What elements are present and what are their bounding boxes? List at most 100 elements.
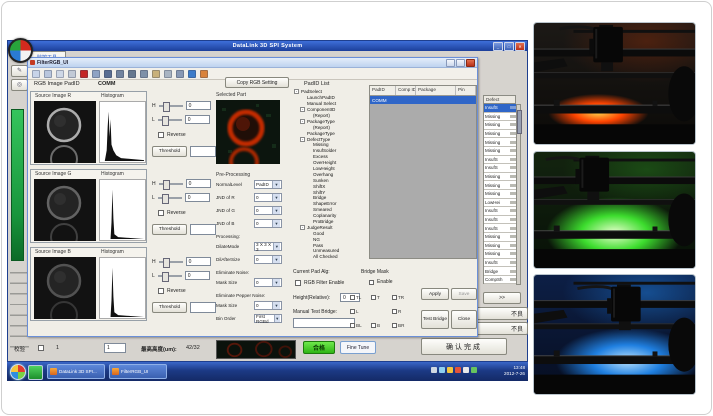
dialog-minimize-button[interactable] bbox=[446, 59, 455, 67]
taskbar-clock[interactable]: 13:48 2012-7-26 bbox=[497, 365, 525, 377]
camera-icon[interactable] bbox=[92, 70, 100, 78]
marquee-icon[interactable] bbox=[44, 70, 52, 78]
maximize-button[interactable]: □ bbox=[504, 42, 514, 51]
more-button[interactable]: >> bbox=[483, 292, 521, 304]
bridge-mask-checkbox[interactable] bbox=[392, 295, 397, 300]
reverse-checkbox[interactable] bbox=[158, 210, 164, 216]
preprocessing-dropdown[interactable]: 0 ▼ bbox=[254, 206, 282, 215]
preprocessing-dropdown[interactable]: 3 X 3 X 3 ▼ bbox=[254, 242, 282, 251]
pointer-icon[interactable] bbox=[32, 70, 40, 78]
zoom-icon[interactable] bbox=[68, 70, 76, 78]
volume-icon[interactable] bbox=[431, 367, 437, 373]
defect-row[interactable]: Missing bbox=[484, 242, 517, 251]
pass-button[interactable]: 合格 bbox=[303, 341, 335, 354]
h-value-input[interactable]: 0 bbox=[186, 179, 211, 188]
close-button[interactable]: ✕ bbox=[515, 42, 525, 51]
defect-row[interactable]: InsufS bbox=[484, 207, 517, 216]
count-input[interactable]: 1 bbox=[104, 343, 126, 353]
defect-row[interactable]: Missing bbox=[484, 233, 517, 242]
h-value-input[interactable]: 0 bbox=[186, 257, 211, 266]
tree-expand-icon[interactable]: - bbox=[300, 225, 305, 230]
image-icon[interactable] bbox=[188, 70, 196, 78]
defect-row[interactable]: CompSh bbox=[484, 276, 517, 285]
preprocessing-dropdown[interactable]: First RGBd ▼ bbox=[254, 314, 282, 323]
defect-row[interactable]: Bridge bbox=[484, 267, 517, 276]
usb-icon[interactable] bbox=[471, 367, 477, 373]
wrench-icon[interactable] bbox=[164, 70, 172, 78]
verify-checkbox[interactable] bbox=[38, 345, 44, 351]
preprocessing-dropdown[interactable]: 0 ▼ bbox=[254, 255, 282, 264]
reverse-checkbox[interactable] bbox=[158, 132, 164, 138]
confirm-complete-button[interactable]: 确认完成 bbox=[421, 338, 507, 355]
side-tool-button-1[interactable]: ✎ bbox=[11, 65, 28, 77]
pad-table-selected-row[interactable]: COMM bbox=[370, 96, 476, 104]
chart-icon[interactable] bbox=[176, 70, 184, 78]
mark-ng-button-2[interactable]: 不良 bbox=[471, 322, 528, 335]
defect-row[interactable]: Missing bbox=[484, 173, 517, 182]
l-value-input[interactable]: 0 bbox=[185, 115, 210, 124]
task-button[interactable]: DataLink 3D SPI... bbox=[47, 364, 105, 379]
layers-icon[interactable] bbox=[128, 70, 136, 78]
h-slider[interactable] bbox=[159, 105, 183, 107]
grid-icon[interactable] bbox=[104, 70, 112, 78]
dialog-maximize-button[interactable] bbox=[456, 59, 465, 67]
h-slider[interactable] bbox=[159, 183, 183, 185]
l-slider[interactable] bbox=[158, 275, 182, 277]
bridge-mask-checkbox[interactable] bbox=[371, 323, 376, 328]
mark-ng-button-1[interactable]: 不良 bbox=[471, 307, 528, 320]
preprocessing-dropdown[interactable]: 0 ▼ bbox=[254, 278, 282, 287]
tree-expand-icon[interactable]: - bbox=[300, 119, 305, 124]
fine-tune-button[interactable]: Fine Tune bbox=[340, 341, 376, 354]
bridge-mask-checkbox[interactable] bbox=[350, 323, 355, 328]
defect-row[interactable]: Missing bbox=[484, 250, 517, 259]
l-slider[interactable] bbox=[158, 197, 182, 199]
threshold-value-box[interactable] bbox=[190, 146, 216, 157]
update-icon[interactable] bbox=[447, 367, 453, 373]
defect-row[interactable]: Missing bbox=[484, 181, 517, 190]
defect-row[interactable]: Missing bbox=[484, 130, 517, 139]
pen-icon[interactable] bbox=[152, 70, 160, 78]
pad-table-header-cell[interactable]: PadID bbox=[370, 86, 396, 95]
defect-row[interactable]: InsufS bbox=[484, 216, 517, 225]
bridge-enable-checkbox[interactable] bbox=[369, 280, 374, 285]
bridge-mask-checkbox[interactable] bbox=[392, 309, 397, 314]
bridge-mask-checkbox[interactable] bbox=[350, 309, 355, 314]
defect-row[interactable]: InsufS bbox=[484, 104, 517, 113]
pan-icon[interactable] bbox=[56, 70, 64, 78]
defect-row[interactable]: InsufS bbox=[484, 259, 517, 268]
bridge-mask-checkbox[interactable] bbox=[371, 295, 376, 300]
pad-table-header-cell[interactable]: Comp ID bbox=[396, 86, 416, 95]
defect-row[interactable]: InsufS bbox=[484, 164, 517, 173]
dialog-close-button[interactable] bbox=[466, 59, 475, 67]
defect-row[interactable]: LowHei bbox=[484, 199, 517, 208]
h-value-input[interactable]: 0 bbox=[186, 101, 211, 110]
task-button[interactable]: FilterRGB_UI bbox=[109, 364, 167, 379]
antivirus-icon[interactable] bbox=[455, 367, 461, 373]
manual-test-bridge-input[interactable] bbox=[293, 318, 355, 328]
matrix-icon[interactable] bbox=[116, 70, 124, 78]
l-value-input[interactable]: 0 bbox=[185, 271, 210, 280]
bridge-mask-checkbox[interactable] bbox=[392, 323, 397, 328]
copy-rgb-setting-button[interactable]: Copy RGB Setting bbox=[225, 77, 289, 88]
threshold-button[interactable]: Threshold bbox=[152, 146, 187, 157]
pad-table-header-cell[interactable]: Package bbox=[416, 86, 456, 95]
close-dialog-button[interactable]: Close bbox=[451, 310, 477, 329]
threshold-value-box[interactable] bbox=[190, 224, 216, 235]
measure-icon[interactable] bbox=[140, 70, 148, 78]
minimize-button[interactable]: _ bbox=[493, 42, 503, 51]
apply-button[interactable]: Apply bbox=[421, 288, 449, 300]
network-icon[interactable] bbox=[439, 367, 445, 373]
quick-launch-icon[interactable] bbox=[28, 365, 43, 380]
defect-row[interactable]: Missing bbox=[484, 138, 517, 147]
bridge-mask-checkbox[interactable] bbox=[350, 295, 355, 300]
preprocessing-dropdown[interactable]: 0 ▼ bbox=[254, 301, 282, 310]
tree-expand-icon[interactable]: - bbox=[300, 107, 305, 112]
side-tool-button-2[interactable]: ◎ bbox=[11, 79, 28, 91]
defect-row[interactable]: InsufS bbox=[484, 224, 517, 233]
pad-table-header-cell[interactable]: Pin bbox=[456, 86, 476, 95]
start-button[interactable] bbox=[10, 364, 26, 380]
l-slider[interactable] bbox=[158, 119, 182, 121]
defect-row[interactable]: InsufS bbox=[484, 156, 517, 165]
preprocessing-dropdown[interactable]: 0 ▼ bbox=[254, 193, 282, 202]
threshold-button[interactable]: Threshold bbox=[152, 302, 187, 313]
